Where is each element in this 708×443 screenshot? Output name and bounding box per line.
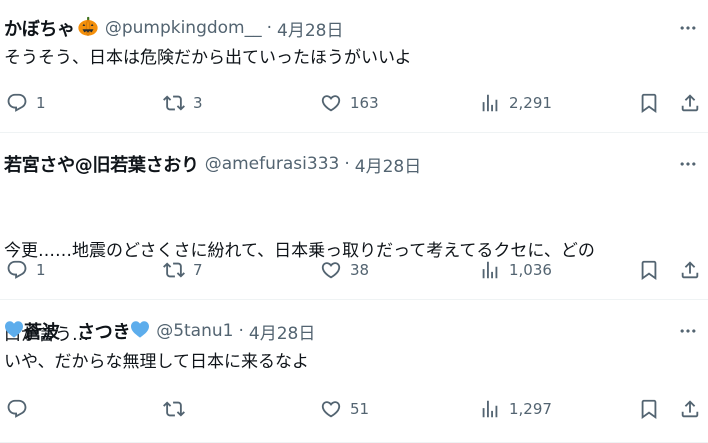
repost-button[interactable]: 7 [163,256,203,284]
repost-icon [163,92,185,114]
like-button[interactable]: 51 [320,395,369,423]
repost-button[interactable] [163,395,193,423]
views-icon [479,398,501,420]
views-button[interactable]: 1,297 [479,395,552,423]
author-name[interactable]: 若宮さや@旧若葉さおり [4,151,199,177]
reply-icon [6,398,28,420]
like-button[interactable]: 38 [320,256,369,284]
action-bar: 1 7 38 1,036 [0,256,708,284]
reply-icon [6,92,28,114]
tweet-date[interactable]: 4月28日 [355,152,421,177]
views-count: 1,297 [509,400,552,418]
blue-heart-icon [130,320,150,342]
share-icon [679,398,701,420]
repost-count: 7 [193,261,203,279]
views-button[interactable]: 2,291 [479,89,552,117]
share-button[interactable] [679,256,701,284]
bookmark-button[interactable] [638,256,660,284]
reply-count: 1 [36,261,46,279]
bookmark-icon [638,92,660,114]
reply-button[interactable]: 1 [6,89,46,117]
action-bar: 51 1,297 [0,395,708,423]
like-count: 163 [350,94,379,112]
reply-icon [6,259,28,281]
tweet-date[interactable]: 4月28日 [249,319,315,344]
blue-heart-icon [4,320,24,342]
reply-button[interactable]: 1 [6,256,46,284]
bookmark-button[interactable] [638,395,660,423]
bookmark-button[interactable] [638,89,660,117]
repost-count: 3 [193,94,203,112]
views-count: 2,291 [509,94,552,112]
more-icon[interactable] [678,321,698,341]
tweet-text: いや、だからな無理して日本に来るなよ [4,352,309,372]
tweet-date[interactable]: 4月28日 [277,16,343,41]
share-icon [679,92,701,114]
tweet-text: そうそう、日本は危険だから出ていったほうがいいよ [4,48,412,68]
views-icon [479,259,501,281]
share-button[interactable] [679,395,701,423]
author-name[interactable]: 蒼波 さつき [24,318,131,344]
share-icon [679,259,701,281]
reply-button[interactable] [6,395,36,423]
bookmark-icon [638,398,660,420]
views-icon [479,92,501,114]
tweet-3[interactable]: 蒼波 さつき @5tanu1 · 4月28日 いや、だからな無理して日本に来るな… [0,300,708,443]
like-icon [320,398,342,420]
tweet-1[interactable]: かぼちゃ @pumpkingdom__ · 4月28日 そうそう、日本は危険だか… [0,0,708,133]
bookmark-icon [638,259,660,281]
more-icon[interactable] [678,18,698,38]
author-handle[interactable]: @5tanu1 [156,321,233,341]
separator-dot: · [238,321,244,341]
author-handle[interactable]: @pumpkingdom__ [105,18,262,38]
like-count: 38 [350,261,370,279]
reply-count: 1 [36,94,46,112]
repost-icon [163,259,185,281]
like-count: 51 [350,400,370,418]
views-button[interactable]: 1,036 [479,256,552,284]
views-count: 1,036 [509,261,552,279]
author-name[interactable]: かぼちゃ [4,15,75,41]
separator-dot: · [266,18,273,38]
pumpkin-icon [75,15,99,41]
share-button[interactable] [679,89,701,117]
like-button[interactable]: 163 [320,89,379,117]
like-icon [320,92,342,114]
like-icon [320,259,342,281]
repost-icon [163,398,185,420]
tweet-2[interactable]: 若宮さや@旧若葉さおり @amefurasi333 · 4月28日 今更……地震… [0,133,708,345]
action-bar: 1 3 163 2,291 [0,89,708,117]
repost-button[interactable]: 3 [163,89,203,117]
separator-dot: · [344,154,350,174]
author-handle[interactable]: @amefurasi333 [205,154,340,174]
more-icon[interactable] [678,154,698,174]
